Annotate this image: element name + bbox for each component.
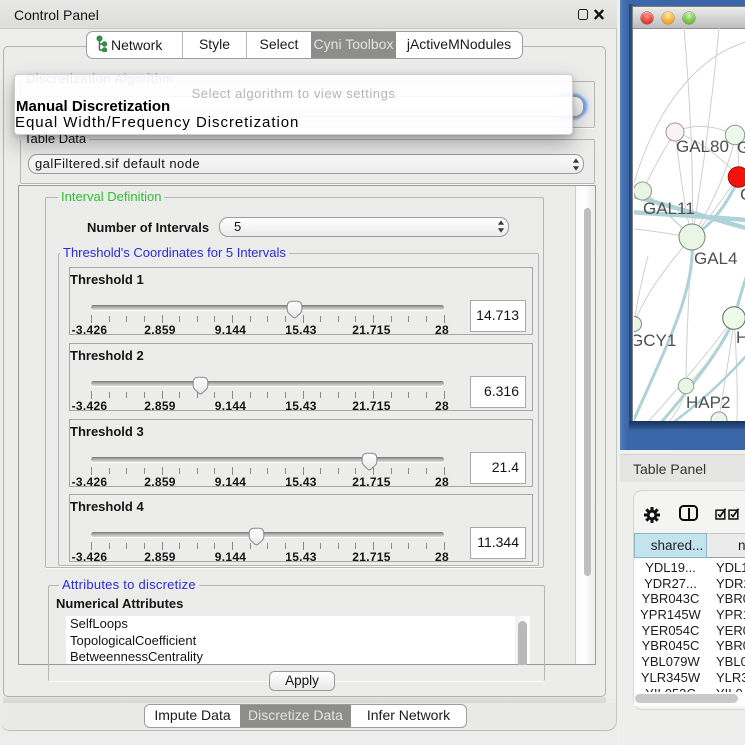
svg-text:CD: CD <box>740 185 745 204</box>
svg-text:GA: GA <box>737 138 745 157</box>
svg-text:GAL4: GAL4 <box>694 249 737 268</box>
svg-text:HAP2: HAP2 <box>686 393 730 412</box>
svg-text:GCY1: GCY1 <box>634 331 676 350</box>
svg-text:GAL11: GAL11 <box>643 199 695 218</box>
svg-text:HIS: HIS <box>736 328 745 347</box>
svg-text:GAL80: GAL80 <box>676 137 729 156</box>
